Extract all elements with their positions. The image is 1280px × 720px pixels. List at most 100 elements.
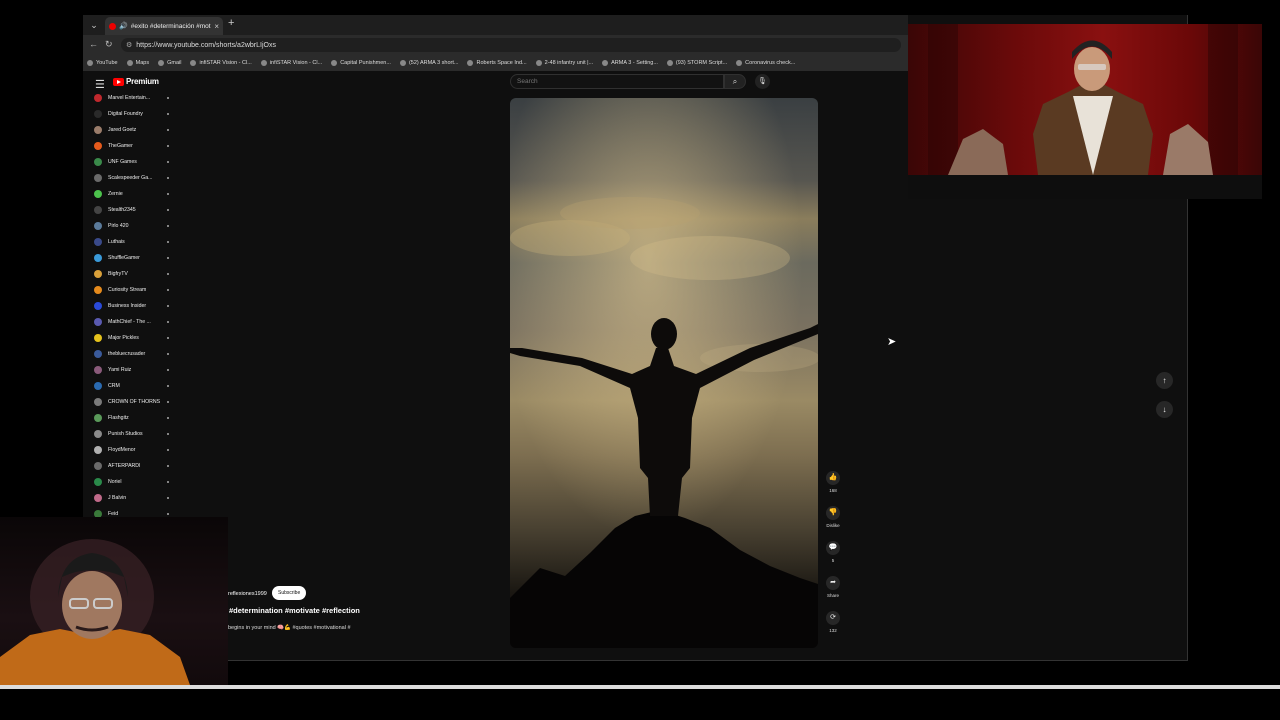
- music-video-overlay: [908, 24, 1262, 175]
- sidebar-subscription-item[interactable]: FloydMenor: [94, 443, 169, 457]
- channel-name: MathChief - The ...: [108, 319, 151, 325]
- bookmark-item[interactable]: Capital Punishmen...: [331, 60, 391, 66]
- sidebar-subscription-item[interactable]: thebluecrusader: [94, 347, 169, 361]
- tab-strip: ⌄ 🔊 #exito #determinación #moti × +: [83, 15, 908, 35]
- next-short-icon[interactable]: ↓: [1156, 401, 1173, 418]
- sidebar-subscription-item[interactable]: Digital Foundry: [94, 107, 169, 121]
- like-icon[interactable]: 👍: [826, 471, 840, 485]
- channel-avatar: [94, 222, 102, 230]
- bookmark-favicon-icon: [467, 60, 474, 66]
- sidebar-subscription-item[interactable]: Pirlo 420: [94, 219, 169, 233]
- channel-name: Pirlo 420: [108, 223, 129, 229]
- new-content-dot-icon: [167, 353, 169, 355]
- channel-name: Major Pickles: [108, 335, 139, 341]
- audio-playing-icon[interactable]: 🔊: [119, 22, 128, 30]
- tab-active[interactable]: 🔊 #exito #determinación #moti ×: [105, 17, 223, 35]
- sidebar-subscription-item[interactable]: Noriel: [94, 475, 169, 489]
- dislike-icon[interactable]: 👎: [826, 506, 840, 520]
- sidebar-subscription-item[interactable]: CRM: [94, 379, 169, 393]
- dislike-button[interactable]: 👎 Dislike: [821, 506, 845, 528]
- sidebar-subscription-item[interactable]: Scalespeeder Ga...: [94, 171, 169, 185]
- tab-title: #exito #determinación #moti: [130, 22, 212, 30]
- sidebar-subscription-item[interactable]: BigfryTV: [94, 267, 169, 281]
- comments-button[interactable]: 💬 5: [821, 541, 845, 563]
- microphone-icon[interactable]: 🎙: [755, 74, 770, 89]
- sidebar-subscription-item[interactable]: Luthais: [94, 235, 169, 249]
- sidebar-subscription-item[interactable]: UNF Games: [94, 155, 169, 169]
- share-button[interactable]: ➦ Share: [821, 576, 845, 598]
- bookmark-item[interactable]: (93) STORM Script...: [666, 60, 727, 66]
- bookmark-item[interactable]: (52) ARMA 3 short...: [399, 60, 458, 66]
- channel-avatar: [94, 206, 102, 214]
- new-content-dot-icon: [167, 209, 169, 211]
- comments-icon[interactable]: 💬: [826, 541, 840, 555]
- channel-avatar: [94, 494, 102, 502]
- action-label: 5: [831, 558, 835, 563]
- sidebar-subscription-item[interactable]: Business Insider: [94, 299, 169, 313]
- share-icon[interactable]: ➦: [826, 576, 840, 590]
- sidebar-subscription-item[interactable]: MathChief - The ...: [94, 315, 169, 329]
- bookmark-item[interactable]: ARMA 3 - Setting...: [602, 60, 658, 66]
- search-icon[interactable]: ⌕: [724, 74, 746, 89]
- remix-button[interactable]: ⟳ 132: [821, 611, 845, 633]
- bookmark-item[interactable]: Gmail: [158, 60, 181, 66]
- short-video-player[interactable]: [510, 98, 818, 648]
- sidebar-subscription-item[interactable]: Major Pickles: [94, 331, 169, 345]
- search-box[interactable]: [510, 74, 724, 89]
- channel-avatar: [94, 110, 102, 118]
- channel-avatar: [94, 382, 102, 390]
- youtube-logo[interactable]: Premium: [113, 77, 159, 86]
- bookmark-item[interactable]: infiSTAR Vision - Cl...: [260, 60, 322, 66]
- bookmark-label: Gmail: [167, 60, 182, 66]
- previous-short-icon[interactable]: ↑: [1156, 372, 1173, 389]
- sidebar-subscription-item[interactable]: Stealth2345: [94, 203, 169, 217]
- channel-name[interactable]: reflexiones1999: [228, 591, 267, 597]
- close-icon[interactable]: ×: [214, 22, 219, 31]
- bookmark-item[interactable]: 2-48 infantry unit |...: [535, 60, 594, 66]
- like-button[interactable]: 👍 168: [821, 471, 845, 493]
- sidebar-subscription-item[interactable]: Jared Goetz: [94, 123, 169, 137]
- subscribe-button[interactable]: Subscribe: [272, 586, 307, 600]
- sidebar-subscription-item[interactable]: TheGamer: [94, 139, 169, 153]
- youtube-favicon-icon: [109, 22, 116, 30]
- channel-avatar: [94, 318, 102, 326]
- remix-icon[interactable]: ⟳: [826, 611, 840, 625]
- short-title[interactable]: #determination #motivate #reflection: [229, 606, 360, 615]
- bookmark-item[interactable]: Roberts Space Ind...: [467, 60, 527, 66]
- bookmark-label: 2-48 infantry unit |...: [544, 60, 594, 66]
- sidebar-subscription-item[interactable]: Marvel Entertain...: [94, 91, 169, 105]
- reload-icon[interactable]: ↻: [105, 39, 113, 50]
- channel-name: thebluecrusader: [108, 351, 146, 357]
- omnibox[interactable]: ⚙ https://www.youtube.com/shorts/a2wbrLI…: [121, 38, 901, 52]
- bookmark-item[interactable]: infiSTAR Vision - Cl...: [190, 60, 252, 66]
- channel-avatar: [94, 350, 102, 358]
- channel-name: Digital Foundry: [108, 111, 143, 117]
- mouse-cursor-icon: ➤: [887, 336, 897, 348]
- sidebar-subscription-item[interactable]: ShuffleGamer: [94, 251, 169, 265]
- search-input[interactable]: [517, 78, 723, 85]
- bookmark-item[interactable]: YouTube: [87, 60, 118, 66]
- sidebar-subscription-item[interactable]: Flashgitz: [94, 411, 169, 425]
- bookmarks-bar: YouTube Maps Gmail infiSTAR Vision - Cl... i…: [83, 55, 908, 71]
- sidebar-subscription-item[interactable]: CROWN OF THORNS: [94, 395, 169, 409]
- bookmark-item[interactable]: Coronavirus check...: [736, 60, 795, 66]
- sidebar-subscription-item[interactable]: Yami Ruiz: [94, 363, 169, 377]
- action-label: Share: [826, 593, 839, 598]
- new-content-dot-icon: [167, 337, 169, 339]
- back-icon[interactable]: ←: [89, 39, 98, 49]
- sidebar-subscription-item[interactable]: Curiosity Stream: [94, 283, 169, 297]
- bookmark-label: Coronavirus check...: [745, 60, 796, 66]
- tab-search-icon[interactable]: ⌄: [87, 18, 101, 32]
- new-tab-icon[interactable]: +: [228, 17, 234, 29]
- site-info-icon[interactable]: ⚙: [126, 41, 132, 49]
- channel-name: TheGamer: [108, 143, 133, 149]
- channel-avatar: [94, 478, 102, 486]
- sidebar-subscription-item[interactable]: AFTERPARDI: [94, 459, 169, 473]
- sidebar-subscription-item[interactable]: Punish Studios: [94, 427, 169, 441]
- music-video-frame: [928, 24, 1238, 175]
- bookmark-item[interactable]: Maps: [126, 60, 149, 66]
- sidebar-subscription-item[interactable]: Zernie: [94, 187, 169, 201]
- menu-icon[interactable]: ☰: [95, 78, 105, 91]
- bookmark-label: YouTube: [96, 60, 118, 66]
- sidebar-subscription-item[interactable]: J Balvin: [94, 491, 169, 505]
